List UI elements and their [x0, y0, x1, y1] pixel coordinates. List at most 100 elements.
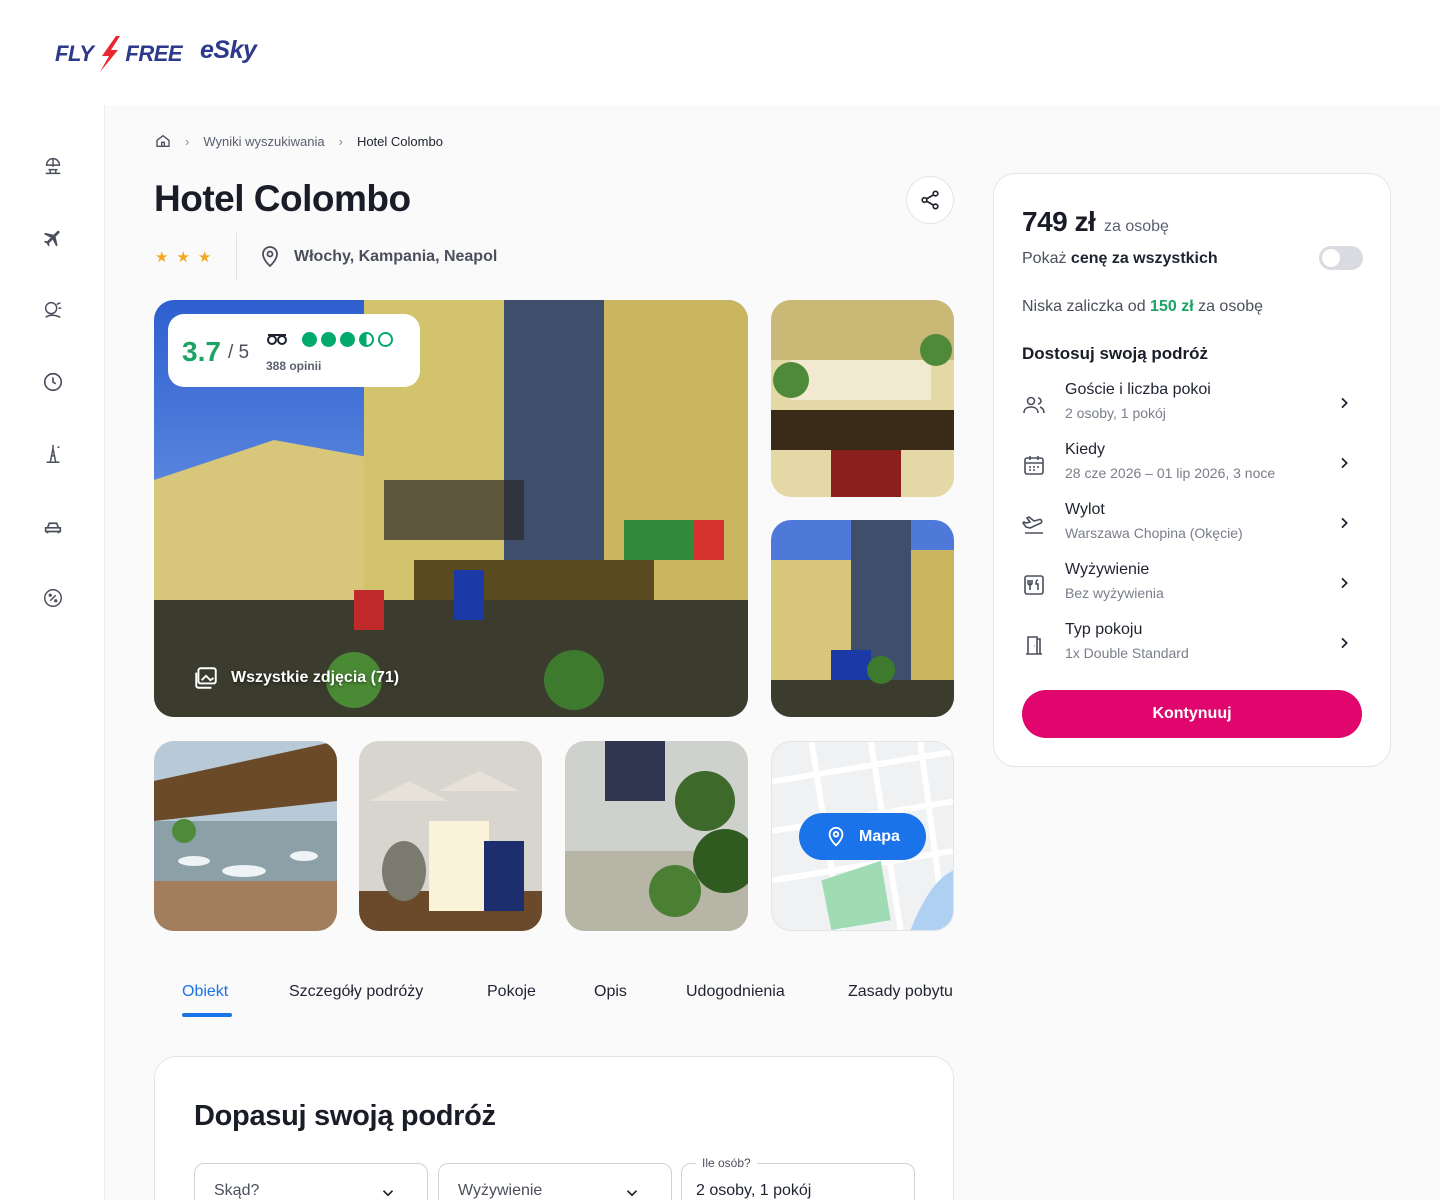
rail-car-icon[interactable]	[40, 513, 66, 539]
row-board-value: Bez wyżywienia	[1065, 585, 1164, 601]
location-pin-icon	[262, 246, 278, 268]
toggle-label-bold: cenę za wszystkich	[1070, 250, 1218, 267]
row-board-label: Wyżywienie	[1065, 561, 1150, 578]
rail-clock-icon[interactable]	[40, 369, 66, 395]
tripadvisor-owl-icon	[267, 334, 287, 345]
meal-icon	[1024, 575, 1044, 595]
row-room[interactable]: Typ pokoju 1x Double Standard	[1022, 621, 1362, 671]
bubble-half-icon	[359, 332, 374, 347]
price-all-toggle[interactable]	[1319, 246, 1363, 270]
board-select[interactable]: Wyżywienie	[438, 1163, 672, 1200]
row-dates[interactable]: Kiedy 28 cze 2026 – 01 lip 2026, 3 noce	[1022, 441, 1362, 491]
gallery-icon	[195, 667, 217, 689]
tab-szczegoly-podrozy[interactable]: Szczegóły podróży	[289, 983, 423, 1001]
left-rail	[0, 105, 105, 1200]
price-summary-card: 749 zł za osobę Pokaż cenę za wszystkich…	[993, 173, 1391, 767]
price-toggle-label: Pokaż cenę za wszystkich	[1022, 250, 1218, 268]
rating-score: 3.7	[182, 336, 221, 367]
departure-icon	[1022, 516, 1043, 534]
review-count: 388 opinii	[266, 359, 322, 373]
tripadvisor-bubbles	[302, 332, 393, 347]
board-placeholder: Wyżywienie	[458, 1182, 543, 1199]
active-tab-indicator	[182, 1013, 232, 1017]
calendar-icon	[1024, 456, 1044, 475]
row-guests-value: 2 osoby, 1 pokój	[1065, 405, 1166, 421]
chevron-right-icon	[1341, 457, 1348, 469]
all-photos-button[interactable]: Wszystkie zdjęcia (71)	[193, 665, 399, 691]
row-guests-label: Goście i liczba pokoi	[1065, 381, 1211, 398]
deposit-amount: 150 zł	[1150, 298, 1194, 315]
row-board[interactable]: Wyżywienie Bez wyżywienia	[1022, 561, 1362, 611]
rail-beach-umbrella-icon[interactable]	[40, 153, 66, 179]
breadcrumb-separator-icon: ›	[338, 133, 343, 149]
bubble-full-icon	[340, 332, 355, 347]
divider	[236, 233, 237, 281]
location-text: Włochy, Kampania, Neapol	[294, 248, 498, 265]
flyfree-logo[interactable]: FLY FREE	[55, 34, 183, 74]
rail-plane-icon[interactable]	[40, 225, 66, 251]
hotel-photo-reception[interactable]	[565, 741, 748, 931]
flyfree-logo-right: FREE	[125, 41, 183, 66]
bubble-full-icon	[321, 332, 336, 347]
map-button-label: Mapa	[859, 827, 900, 845]
star-icon: ★	[176, 249, 190, 266]
chevron-right-icon	[1341, 637, 1348, 649]
breadcrumb: › Wyniki wyszukiwania › Hotel Colombo	[155, 131, 443, 151]
guests-field[interactable]: Ile osób? 2 osoby, 1 pokój	[681, 1156, 915, 1200]
rail-sun-vacation-icon[interactable]	[40, 297, 66, 323]
customize-trip-title: Dostosuj swoją podróż	[1022, 344, 1209, 363]
tab-zasady-pobytu[interactable]: Zasady pobytu	[848, 983, 953, 1001]
rail-discount-icon[interactable]	[40, 585, 66, 611]
tab-obiekt[interactable]: Obiekt	[182, 983, 228, 1001]
guests-value: 2 osoby, 1 pokój	[696, 1182, 812, 1199]
hotel-title: Hotel Colombo	[154, 178, 411, 219]
flyfree-bolt-icon	[100, 36, 121, 72]
row-flight-value: Warszawa Chopina (Okęcie)	[1065, 525, 1243, 541]
room-door-icon	[1026, 636, 1042, 655]
home-icon[interactable]	[155, 133, 171, 149]
hotel-location[interactable]: Włochy, Kampania, Neapol	[258, 245, 497, 269]
tab-pokoje[interactable]: Pokoje	[487, 983, 536, 1001]
row-guests[interactable]: Goście i liczba pokoi 2 osoby, 1 pokój	[1022, 381, 1362, 431]
chevron-down-icon	[382, 1190, 394, 1197]
guests-label: Ile osób?	[696, 1156, 757, 1170]
deposit-suffix: za osobę	[1193, 298, 1264, 315]
row-dates-label: Kiedy	[1065, 441, 1106, 458]
hotel-photo-facade[interactable]	[771, 520, 954, 717]
breadcrumb-search-results[interactable]: Wyniki wyszukiwania	[203, 134, 324, 149]
star-icon: ★	[155, 249, 169, 266]
rating-card[interactable]: 3.7 / 5 388 opinii	[168, 314, 420, 387]
breadcrumb-current: Hotel Colombo	[356, 133, 443, 149]
chevron-right-icon	[1341, 397, 1348, 409]
flyfree-logo-left: FLY	[55, 41, 94, 66]
top-header: FLY FREE eSky	[0, 0, 1440, 105]
tab-opis[interactable]: Opis	[594, 983, 627, 1001]
chevron-right-icon	[1341, 517, 1348, 529]
share-icon	[921, 190, 939, 210]
continue-button[interactable]: Kontynuuj	[1022, 690, 1362, 738]
departure-select[interactable]: Skąd?	[194, 1163, 428, 1200]
rating-out-of: / 5	[228, 342, 250, 363]
bubble-empty-icon	[378, 332, 393, 347]
tab-udogodnienia[interactable]: Udogodnienia	[686, 983, 785, 1001]
row-room-label: Typ pokoju	[1065, 621, 1143, 638]
departure-placeholder: Skąd?	[214, 1182, 260, 1199]
price-amount: 749 zł	[1022, 206, 1096, 237]
share-button[interactable]	[906, 176, 954, 224]
row-flight-label: Wylot	[1065, 501, 1105, 518]
chevron-right-icon	[1341, 577, 1348, 589]
fit-trip-title: Dopasuj swoją podróż	[194, 1100, 496, 1132]
deposit-info: Niska zaliczka od 150 zł za osobę	[1022, 298, 1263, 316]
map-button[interactable]: Mapa	[799, 813, 926, 860]
breadcrumb-separator-icon: ›	[185, 133, 190, 149]
section-tabs: Obiekt Szczegóły podróży Pokoje Opis Udo…	[182, 983, 954, 1019]
map-pin-icon	[828, 826, 844, 846]
rail-city-trip-icon[interactable]	[40, 441, 66, 467]
hotel-photo-entrance[interactable]	[771, 300, 954, 497]
esky-logo[interactable]: eSky	[200, 36, 257, 65]
bubble-full-icon	[302, 332, 317, 347]
hotel-photo-lobby[interactable]	[359, 741, 542, 931]
price-per-person: za osobę	[1104, 218, 1169, 235]
hotel-photo-terrace[interactable]	[154, 741, 337, 931]
row-flight[interactable]: Wylot Warszawa Chopina (Okęcie)	[1022, 501, 1362, 551]
